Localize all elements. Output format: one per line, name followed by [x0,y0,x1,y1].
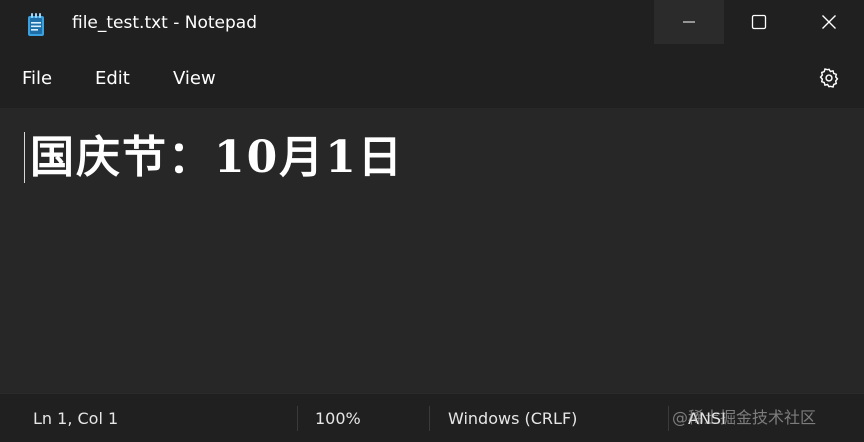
menu-view[interactable]: View [173,68,216,89]
maximize-icon [751,14,767,30]
minimize-icon [683,21,695,23]
text-caret [24,132,25,183]
title-bar[interactable]: file_test.txt - Notepad [0,0,864,48]
watermark: @稀土掘金技术社区 [672,408,817,427]
window-title: file_test.txt - Notepad [72,13,258,33]
status-divider [297,406,298,431]
line-endings[interactable]: Windows (CRLF) [448,409,577,428]
menu-bar: File Edit View [0,48,864,108]
document-content[interactable]: 国庆节：10月1日 [30,134,404,182]
notepad-window: file_test.txt - Notepad File Edit View 国… [0,0,864,442]
status-bar: Ln 1, Col 1 100% Windows (CRLF) ANSI @稀土… [0,393,864,442]
close-button[interactable] [794,0,864,44]
zoom-level[interactable]: 100% [315,409,361,428]
text-editor[interactable]: 国庆节：10月1日 [0,108,864,393]
status-divider [668,406,669,431]
menu-file[interactable]: File [22,68,52,89]
close-icon [822,15,836,29]
notepad-icon [28,13,44,36]
gear-icon[interactable] [818,67,840,89]
status-divider [429,406,430,431]
cursor-position[interactable]: Ln 1, Col 1 [33,409,118,428]
menu-edit[interactable]: Edit [95,68,130,89]
maximize-button[interactable] [724,0,794,44]
minimize-button[interactable] [654,0,724,44]
